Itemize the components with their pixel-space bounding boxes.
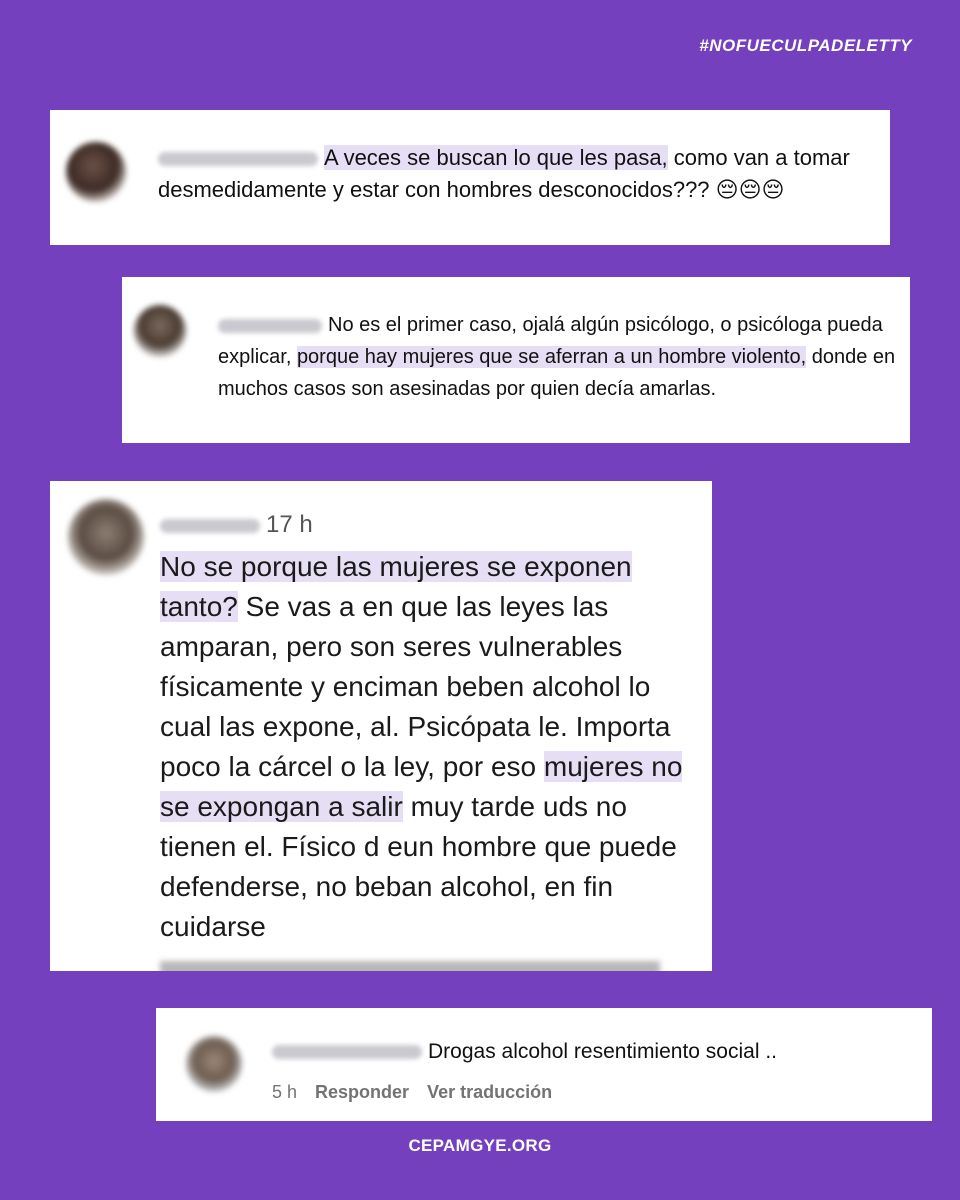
comment-text: No se porque las mujeres se exponen tant… xyxy=(160,547,700,947)
avatar xyxy=(186,1036,242,1092)
avatar xyxy=(68,499,144,575)
highlighted-text: A veces se buscan lo que les pasa, xyxy=(324,145,668,170)
avatar xyxy=(66,142,126,202)
highlighted-text: porque hay mujeres que se aferran a un h… xyxy=(296,346,807,368)
comment-card-3: 17 h No se porque las mujeres se exponen… xyxy=(50,481,712,971)
comment-actions: 5 h Responder Ver traducción xyxy=(272,1082,570,1103)
blurred-username xyxy=(158,152,318,167)
reply-link[interactable]: Responder xyxy=(315,1082,409,1102)
comment-text-part: Drogas alcohol resentimiento social .. xyxy=(428,1040,778,1063)
comment-time: 17 h xyxy=(266,511,313,538)
cut-off-line xyxy=(160,961,660,971)
comment-header: 17 h xyxy=(160,511,313,539)
comment-text: No es el primer caso, ojalá algún psicól… xyxy=(218,309,898,405)
comment-card-1: A veces se buscan lo que les pasa, como … xyxy=(50,110,890,245)
comment-card-4: Drogas alcohol resentimiento social .. 5… xyxy=(156,1008,932,1121)
comment-text: Drogas alcohol resentimiento social .. xyxy=(272,1038,912,1066)
comment-text: A veces se buscan lo que les pasa, como … xyxy=(158,142,878,206)
hashtag-label: #NOFUECULPADELETTY xyxy=(699,36,912,55)
avatar xyxy=(134,305,186,357)
blurred-username xyxy=(272,1045,422,1060)
blurred-username xyxy=(218,318,322,333)
blurred-username xyxy=(160,518,260,533)
translate-link[interactable]: Ver traducción xyxy=(427,1082,552,1102)
comment-card-2: No es el primer caso, ojalá algún psicól… xyxy=(122,277,910,443)
footer-website: CEPAMGYE.ORG xyxy=(408,1136,552,1155)
comment-time: 5 h xyxy=(272,1082,298,1102)
